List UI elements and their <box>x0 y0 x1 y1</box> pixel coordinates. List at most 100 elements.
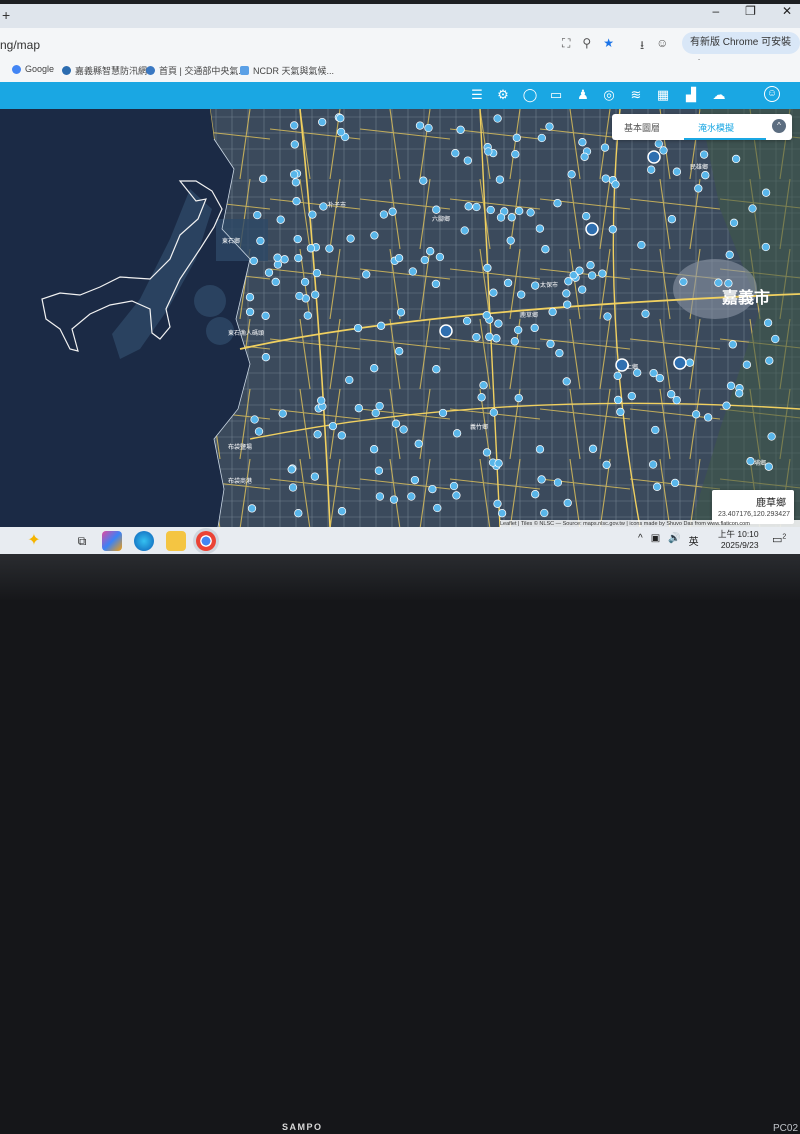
sensor-marker[interactable] <box>337 431 346 440</box>
sensor-marker[interactable] <box>601 174 610 183</box>
sensor-marker[interactable] <box>647 165 656 174</box>
sensor-marker[interactable] <box>346 234 355 243</box>
sensor-marker[interactable] <box>408 267 417 276</box>
station-marker[interactable] <box>585 222 599 236</box>
sensor-marker[interactable] <box>703 413 713 422</box>
maximize-button[interactable]: ❐ <box>745 4 756 18</box>
sensor-marker[interactable] <box>729 218 739 227</box>
sensor-marker[interactable] <box>463 156 472 165</box>
sensor-marker[interactable] <box>512 133 521 142</box>
sensor-marker[interactable] <box>564 277 573 286</box>
sensor-marker[interactable] <box>767 432 776 441</box>
sensor-marker[interactable] <box>432 365 441 374</box>
sensor-marker[interactable] <box>249 256 258 266</box>
sensor-marker[interactable] <box>280 255 289 264</box>
sensor-marker[interactable] <box>389 495 399 504</box>
sensor-marker[interactable] <box>685 358 694 367</box>
sensor-marker[interactable] <box>388 207 397 216</box>
sensor-marker[interactable] <box>264 268 274 277</box>
sensor-marker[interactable] <box>616 407 625 417</box>
sensor-marker[interactable] <box>485 332 494 341</box>
sensor-marker[interactable] <box>300 277 310 287</box>
sensor-marker[interactable] <box>494 459 503 468</box>
close-window-button[interactable]: ✕ <box>782 4 792 18</box>
sensor-marker[interactable] <box>659 146 668 155</box>
sensor-marker[interactable] <box>510 337 519 346</box>
sensor-marker[interactable] <box>374 466 384 475</box>
sensor-marker[interactable] <box>288 483 298 492</box>
task-view-icon[interactable]: ⧉ <box>72 531 92 551</box>
sensor-marker[interactable] <box>375 401 384 411</box>
sensor-marker[interactable] <box>761 242 770 252</box>
sensor-marker[interactable] <box>308 210 317 219</box>
sensor-marker[interactable] <box>273 253 282 262</box>
sensor-marker[interactable] <box>278 409 287 418</box>
sensor-marker[interactable] <box>742 360 752 369</box>
sensor-marker[interactable] <box>337 507 347 516</box>
sensor-marker[interactable] <box>507 213 516 222</box>
sensor-marker[interactable] <box>748 204 757 213</box>
sensor-marker[interactable] <box>415 121 425 130</box>
sensor-marker[interactable] <box>649 368 658 378</box>
sensor-marker[interactable] <box>290 140 299 149</box>
sensor-marker[interactable] <box>435 252 445 262</box>
sensor-marker[interactable] <box>652 482 662 491</box>
sensor-marker[interactable] <box>562 377 571 386</box>
sensor-marker[interactable] <box>376 321 386 330</box>
chart-icon[interactable]: ▟ <box>682 86 700 104</box>
sensor-marker[interactable] <box>667 390 676 399</box>
sensor-marker[interactable] <box>600 143 610 152</box>
tab-flood-simulation[interactable]: 淹水模擬 <box>698 121 734 134</box>
new-tab-button[interactable]: + <box>2 7 10 23</box>
sensor-marker[interactable] <box>588 444 598 453</box>
sensor-marker[interactable] <box>452 491 461 500</box>
sensor-marker[interactable] <box>489 288 498 297</box>
sensor-marker[interactable] <box>486 205 495 215</box>
profile-icon[interactable]: ☺ <box>656 36 668 57</box>
sensor-marker[interactable] <box>394 253 404 263</box>
sensor-marker[interactable] <box>496 213 506 222</box>
sensor-marker[interactable] <box>395 347 404 356</box>
sensor-marker[interactable] <box>289 170 299 179</box>
sensor-marker[interactable] <box>598 269 607 278</box>
sensor-marker[interactable] <box>506 236 515 245</box>
sensor-marker[interactable] <box>655 373 664 383</box>
sensor-marker[interactable] <box>746 457 755 466</box>
bookmark-cwa[interactable]: 首頁 | 交通部中央氣... <box>146 64 246 77</box>
sensor-marker[interactable] <box>637 240 646 250</box>
sensor-marker[interactable] <box>667 215 677 224</box>
volume-icon[interactable]: 🔊 <box>668 533 680 548</box>
sensor-marker[interactable] <box>353 323 363 333</box>
map-view[interactable]: 東石鄉 東石漁人碼頭 布袋鹽場 布袋商港 朴子市 六腳鄉 太保市 鹿草鄉 水上鄉… <box>0 109 800 528</box>
sensor-marker[interactable] <box>492 334 501 343</box>
sensor-marker[interactable] <box>375 492 385 501</box>
water-level-icon[interactable]: ≋ <box>627 86 645 104</box>
sensor-marker[interactable] <box>724 279 733 288</box>
sensor-marker[interactable] <box>253 210 262 220</box>
sensor-marker[interactable] <box>273 260 283 269</box>
bookmark-google[interactable]: Google <box>12 64 54 74</box>
sensor-marker[interactable] <box>537 133 546 143</box>
sensor-marker[interactable] <box>515 206 524 216</box>
sensor-marker[interactable] <box>562 289 571 298</box>
sensor-marker[interactable] <box>250 415 259 424</box>
sensor-marker[interactable] <box>271 277 280 287</box>
sensor-marker[interactable] <box>313 430 322 439</box>
station-marker[interactable] <box>615 358 629 372</box>
translate-icon[interactable]: ⛶ <box>562 36 570 57</box>
sensor-marker[interactable] <box>511 150 520 159</box>
sensor-marker[interactable] <box>291 178 301 187</box>
input-method-indicator[interactable]: 英 <box>689 533 699 548</box>
sensor-marker[interactable] <box>699 150 709 159</box>
chrome-icon[interactable] <box>196 531 216 551</box>
sensor-marker[interactable] <box>310 472 320 481</box>
sensor-marker[interactable] <box>555 348 564 358</box>
file-explorer-icon[interactable] <box>166 531 186 551</box>
sensor-marker[interactable] <box>483 263 492 273</box>
sensor-marker[interactable] <box>328 421 338 431</box>
tab-basic-layers[interactable]: 基本圖層 <box>624 121 660 134</box>
widgets-icon[interactable] <box>102 531 122 551</box>
sensor-marker[interactable] <box>517 290 526 299</box>
sensor-marker[interactable] <box>531 490 540 499</box>
sensor-marker[interactable] <box>477 393 486 402</box>
